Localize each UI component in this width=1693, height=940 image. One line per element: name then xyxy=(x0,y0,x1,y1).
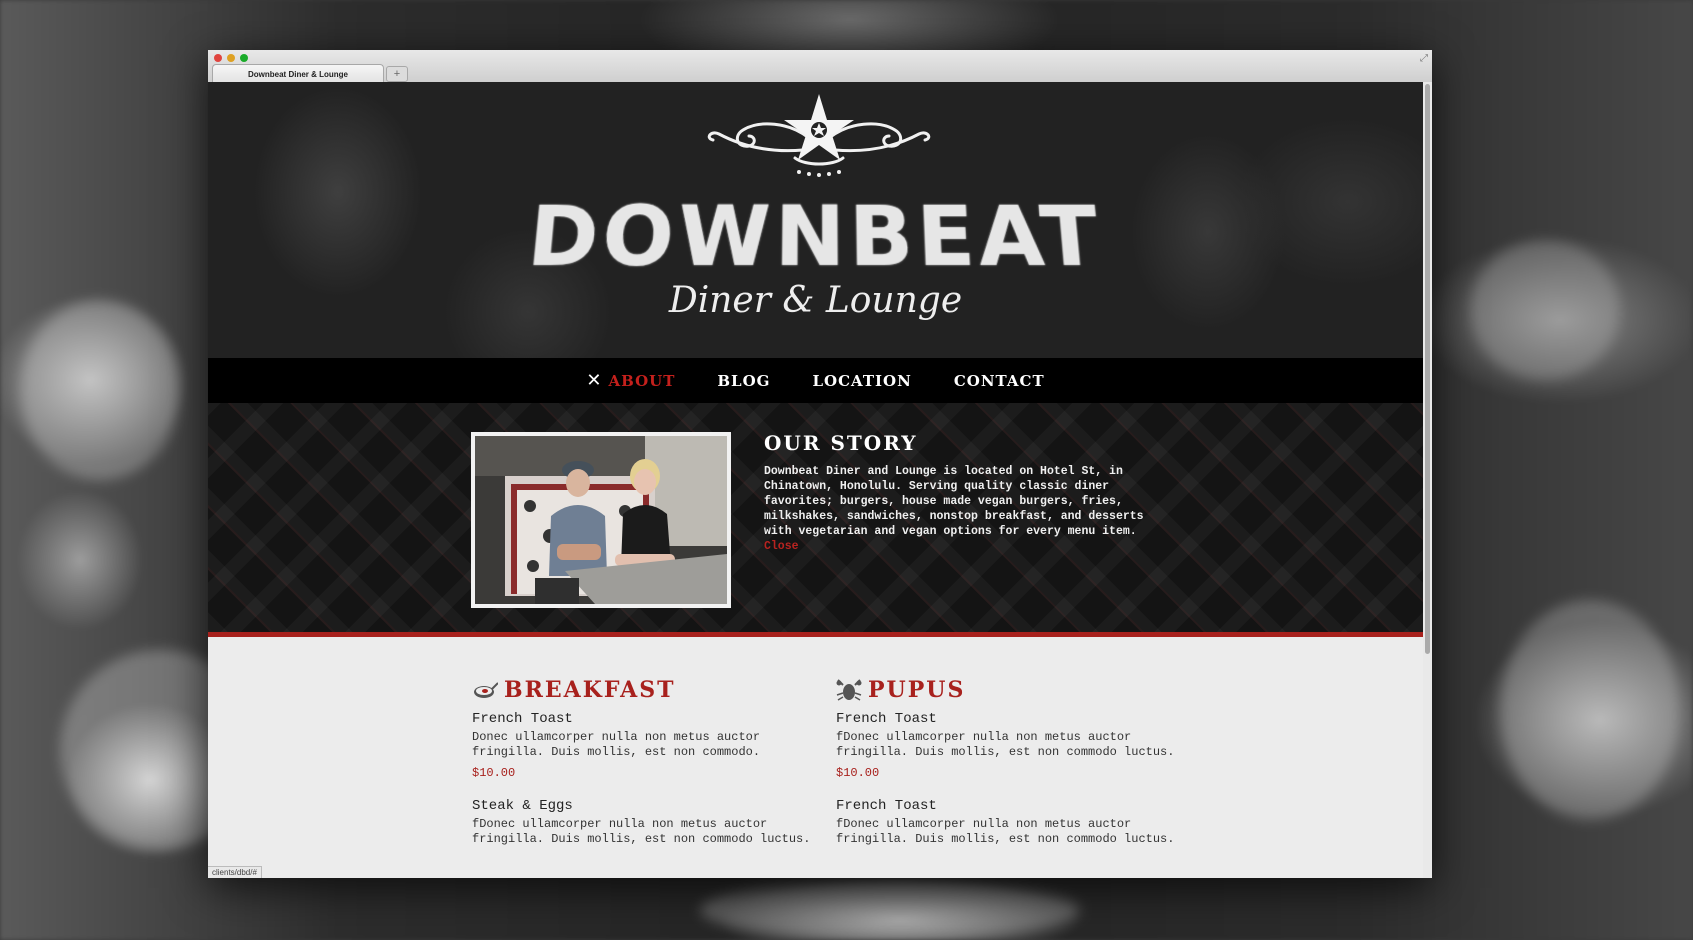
web-page: DOWNBEAT Diner & Lounge ✕ ABOUT BLOG LOC… xyxy=(208,82,1423,878)
scrollbar-thumb[interactable] xyxy=(1425,84,1430,654)
brand-wordmark: DOWNBEAT xyxy=(523,188,1108,286)
nav-item-contact[interactable]: CONTACT xyxy=(954,372,1045,390)
item-price: $10.00 xyxy=(836,766,880,780)
nav-item-about[interactable]: ✕ ABOUT xyxy=(586,371,676,390)
item-name: French Toast xyxy=(472,711,573,727)
item-name: French Toast xyxy=(836,711,937,727)
pupus-title: PUPUS xyxy=(868,677,966,703)
page-scrollbar[interactable] xyxy=(1423,82,1432,878)
owners-photo xyxy=(471,432,731,608)
new-tab-button[interactable]: + xyxy=(386,66,408,82)
breakfast-column: BREAKFAST French Toast Donec ullamcorper… xyxy=(472,677,832,865)
item-description: fDonec ullamcorper nulla non metus aucto… xyxy=(836,817,1175,846)
main-nav: ✕ ABOUT BLOG LOCATION CONTACT xyxy=(208,358,1423,403)
minimize-window-button[interactable] xyxy=(227,54,235,62)
zoom-window-button[interactable] xyxy=(240,54,248,62)
breakfast-heading: BREAKFAST xyxy=(472,677,832,703)
menu-item: Steak & Eggs fDonec ullamcorper nulla no… xyxy=(472,798,832,847)
status-bar-url: clients/dbd/# xyxy=(208,866,262,878)
story-text: Downbeat Diner and Lounge is located on … xyxy=(764,464,1154,554)
close-window-button[interactable] xyxy=(214,54,222,62)
browser-chrome: Downbeat Diner & Lounge + ⤢ xyxy=(208,50,1432,83)
item-name: French Toast xyxy=(836,798,937,814)
star-ornament-icon xyxy=(707,94,931,177)
breakfast-title: BREAKFAST xyxy=(504,677,676,703)
nav-item-label: LOCATION xyxy=(812,371,912,390)
nav-item-label: BLOG xyxy=(717,371,771,390)
close-x-icon[interactable]: ✕ xyxy=(586,371,602,390)
skillet-icon xyxy=(474,682,498,698)
item-description: fDonec ullamcorper nulla non metus aucto… xyxy=(836,730,1175,759)
close-story-link[interactable]: Close xyxy=(764,539,1154,554)
menu-section: BREAKFAST French Toast Donec ullamcorper… xyxy=(208,637,1423,878)
fullscreen-icon[interactable]: ⤢ xyxy=(1420,53,1428,64)
item-price: $10.00 xyxy=(472,766,516,780)
nav-item-label: CONTACT xyxy=(953,371,1045,390)
story-body: Downbeat Diner and Lounge is located on … xyxy=(764,465,1144,538)
menu-item: French Toast fDonec ullamcorper nulla no… xyxy=(836,711,1196,780)
item-description: Donec ullamcorper nulla non metus auctor… xyxy=(472,730,761,759)
story-title: OUR STORY xyxy=(764,431,918,455)
menu-item: French Toast Donec ullamcorper nulla non… xyxy=(472,711,832,780)
pupus-column: PUPUS French Toast fDonec ullamcorper nu… xyxy=(836,677,1196,865)
lobster-icon xyxy=(836,679,862,701)
menu-item: French Toast fDonec ullamcorper nulla no… xyxy=(836,798,1196,847)
our-story-panel: OUR STORY Downbeat Diner and Lounge is l… xyxy=(208,403,1423,632)
pupus-heading: PUPUS xyxy=(836,677,1196,703)
window-controls xyxy=(214,54,248,62)
item-description: fDonec ullamcorper nulla non metus aucto… xyxy=(472,817,811,846)
nav-item-location[interactable]: LOCATION xyxy=(812,372,911,390)
nav-item-label: ABOUT xyxy=(608,371,676,390)
site-header: DOWNBEAT Diner & Lounge xyxy=(208,82,1423,358)
item-name: Steak & Eggs xyxy=(472,798,573,814)
brand-tagline: Diner & Lounge xyxy=(668,280,963,321)
browser-window: Downbeat Diner & Lounge + ⤢ DOWNBEAT Din… xyxy=(208,50,1432,878)
browser-tab[interactable]: Downbeat Diner & Lounge xyxy=(212,64,384,83)
nav-item-blog[interactable]: BLOG xyxy=(717,372,770,390)
